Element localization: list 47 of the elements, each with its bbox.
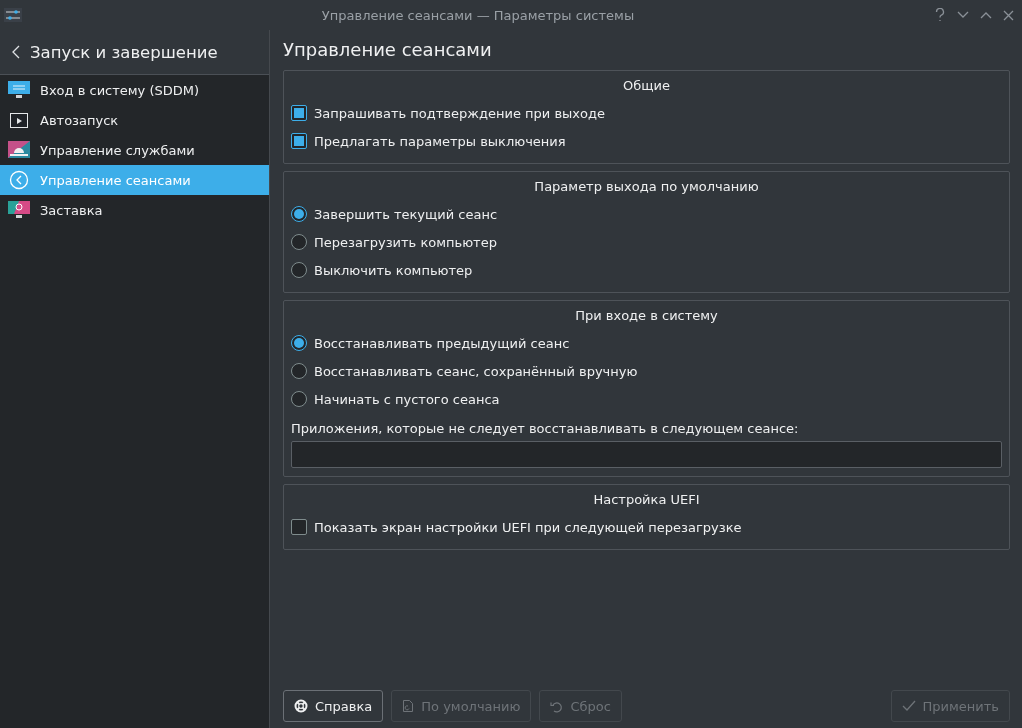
sidebar-item[interactable]: Заставка <box>0 195 269 225</box>
radio-button[interactable] <box>291 363 307 379</box>
lifebuoy-icon <box>294 699 308 713</box>
radio-option[interactable]: Завершить текущий сеанс <box>291 200 1002 228</box>
checkbox-option[interactable]: Показать экран настройки UEFI при следующей перезагрузке <box>291 513 1002 541</box>
checkbox-option[interactable]: Запрашивать подтверждение при выходе <box>291 99 1002 127</box>
sidebar-item[interactable]: Вход в систему (SDDM) <box>0 75 269 105</box>
minimize-icon[interactable] <box>957 11 969 19</box>
back-circle-icon <box>8 170 30 190</box>
monitor-icon <box>8 80 30 100</box>
radio-button[interactable] <box>291 262 307 278</box>
radio-button[interactable] <box>291 391 307 407</box>
close-icon[interactable] <box>1003 9 1014 21</box>
sliders-icon <box>4 8 22 22</box>
radio-button[interactable] <box>291 234 307 250</box>
radio-option[interactable]: Восстанавливать сеанс, сохранённый вручную <box>291 357 1002 385</box>
radio-option[interactable]: Выключить компьютер <box>291 256 1002 284</box>
back-button[interactable]: Запуск и завершение <box>0 30 269 75</box>
group-title: Настройка UEFI <box>592 491 701 509</box>
sidebar-item[interactable]: Управление службами <box>0 135 269 165</box>
radio-option[interactable]: Перезагрузить компьютер <box>291 228 1002 256</box>
radio-option[interactable]: Начинать с пустого сеанса <box>291 385 1002 413</box>
maximize-icon[interactable] <box>980 11 992 19</box>
field-label: Приложения, которые не следует восстанавливать в следующем сеансе: <box>291 420 800 438</box>
footer-button[interactable]: Справка <box>283 690 384 722</box>
radio-button[interactable] <box>291 206 307 222</box>
services-icon <box>8 140 30 160</box>
screen-icon <box>8 200 30 220</box>
checkmark-icon <box>901 700 916 712</box>
page-title: Управление сеансами <box>283 38 493 62</box>
undo-icon <box>550 699 564 713</box>
group-title: Параметр выхода по умолчанию <box>533 178 760 196</box>
group-title: При входе в систему <box>574 307 719 325</box>
help-icon[interactable] <box>934 8 946 22</box>
checkbox[interactable] <box>291 105 307 121</box>
radio-option[interactable]: Восстанавливать предыдущий сеанс <box>291 329 1002 357</box>
input-field[interactable] <box>291 441 1002 468</box>
checkbox-option[interactable]: Предлагать параметры выключения <box>291 127 1002 155</box>
back-icon <box>12 45 20 59</box>
document-icon <box>402 699 415 713</box>
group-title: Общие <box>622 77 671 95</box>
sidebar-item[interactable]: Автозапуск <box>0 105 269 135</box>
radio-button[interactable] <box>291 335 307 351</box>
play-icon <box>8 110 30 130</box>
checkbox[interactable] <box>291 133 307 149</box>
checkbox[interactable] <box>291 519 307 535</box>
window-title: Управление сеансами — Параметры системы <box>320 7 636 23</box>
